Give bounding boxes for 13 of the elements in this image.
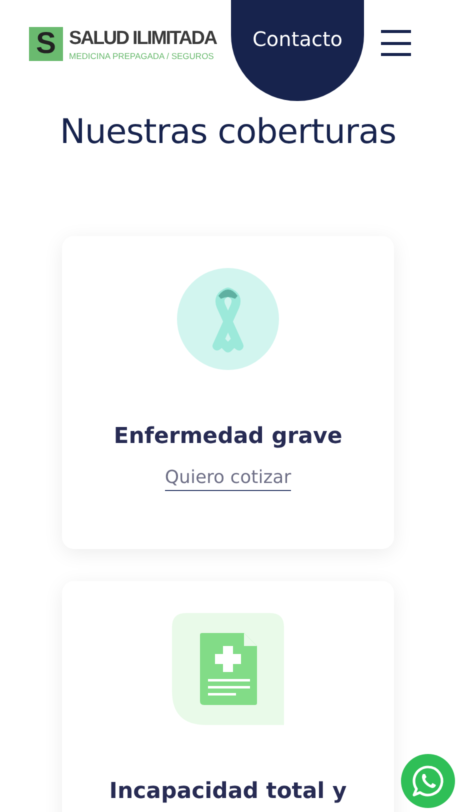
medical-document-icon — [172, 613, 284, 725]
chat-bubble-icon — [411, 764, 445, 798]
contact-button[interactable]: Contacto — [231, 0, 364, 101]
card-title: Enfermedad grave — [114, 424, 342, 449]
brand-name: SALUD ILIMITADA — [69, 27, 216, 51]
logo[interactable]: S SALUD ILIMITADA MEDICINA PREPAGADA / SEGUROS — [29, 27, 225, 61]
quote-link[interactable]: Quiero cotizar — [164, 467, 292, 491]
logo-mark: S — [29, 27, 63, 61]
section-title: Nuestras coberturas — [58, 112, 398, 152]
card-title: Incapacidad total y — [109, 779, 347, 804]
ribbon-icon — [177, 268, 279, 370]
menu-icon[interactable] — [381, 30, 411, 56]
brand-tagline: MEDICINA PREPAGADA / SEGUROS — [69, 51, 215, 61]
